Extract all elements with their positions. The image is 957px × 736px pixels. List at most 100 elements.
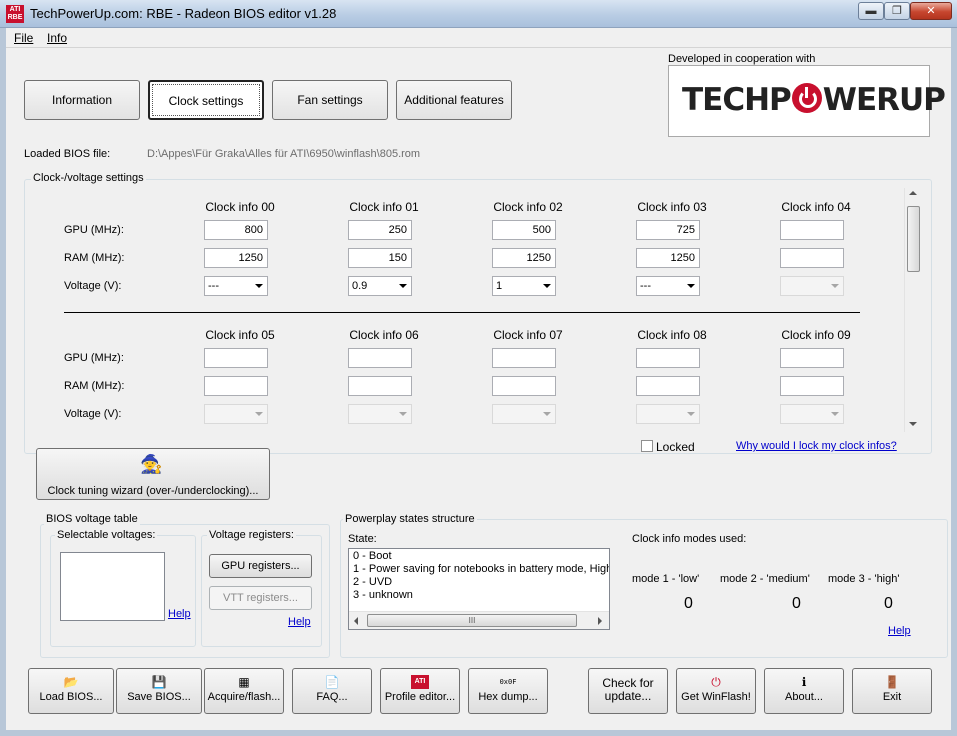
- clock-info-header: Clock info 03: [637, 200, 707, 214]
- scroll-right-icon[interactable]: [598, 617, 602, 625]
- voltage-select[interactable]: [204, 404, 268, 424]
- close-button[interactable]: ✕: [910, 2, 952, 20]
- faq-button[interactable]: 📄 FAQ...: [292, 668, 372, 714]
- faq-label: FAQ...: [316, 691, 348, 703]
- voltage-select[interactable]: 1: [492, 276, 556, 296]
- scroll-up-icon[interactable]: [909, 191, 917, 195]
- ram-clock-field[interactable]: [492, 376, 556, 396]
- gpu-clock-field[interactable]: [492, 348, 556, 368]
- ram-clock-field[interactable]: [204, 376, 268, 396]
- app-icon: ATI RBE: [6, 5, 24, 23]
- powerplay-help-link[interactable]: Help: [888, 625, 911, 637]
- ram-clock-field[interactable]: 1250: [204, 248, 268, 268]
- ram-clock-field[interactable]: [780, 376, 844, 396]
- gpu-clock-field[interactable]: 500: [492, 220, 556, 240]
- save-bios-button[interactable]: 💾 Save BIOS...: [116, 668, 202, 714]
- voltage-select[interactable]: [780, 276, 844, 296]
- ram-row-label: RAM (MHz):: [64, 252, 125, 264]
- gpu-clock-field[interactable]: [780, 220, 844, 240]
- tab-additional-features[interactable]: Additional features: [396, 80, 512, 120]
- load-bios-button[interactable]: 📂 Load BIOS...: [28, 668, 114, 714]
- states-hscrollbar[interactable]: III: [349, 611, 609, 629]
- ram-clock-field[interactable]: 1250: [492, 248, 556, 268]
- selectable-voltages-help-link[interactable]: Help: [168, 608, 191, 620]
- gpu-clock-field[interactable]: 725: [636, 220, 700, 240]
- power-logo-icon: ⏻: [711, 675, 721, 689]
- acquire-flash-button[interactable]: ▦ Acquire/flash...: [204, 668, 284, 714]
- menu-bar: File Info: [6, 28, 951, 48]
- menu-file[interactable]: File: [14, 31, 33, 45]
- list-item[interactable]: 2 - UVD: [353, 576, 392, 588]
- locked-checkbox[interactable]: [641, 440, 653, 452]
- scroll-down-icon[interactable]: [909, 422, 917, 426]
- ram-clock-field[interactable]: [636, 376, 700, 396]
- ram-clock-field[interactable]: 150: [348, 248, 412, 268]
- list-item[interactable]: 3 - unknown: [353, 589, 413, 601]
- selectable-voltages-title: Selectable voltages:: [55, 529, 158, 541]
- voltage-registers-help-link[interactable]: Help: [288, 616, 311, 628]
- scroll-thumb[interactable]: [907, 206, 920, 272]
- clock-tuning-wizard-button[interactable]: 🧙 Clock tuning wizard (over-/underclocki…: [36, 448, 270, 500]
- voltage-select[interactable]: [348, 404, 412, 424]
- clock-info-header: Clock info 01: [349, 200, 419, 214]
- scroll-thumb[interactable]: III: [367, 614, 577, 627]
- mode-label: mode 3 - 'high': [828, 573, 900, 585]
- voltage-row-label: Voltage (V):: [64, 408, 122, 420]
- tab-information[interactable]: Information: [24, 80, 140, 120]
- clock-grid-scrollbar[interactable]: [904, 188, 921, 432]
- gpu-clock-field[interactable]: [204, 348, 268, 368]
- voltage-select[interactable]: [636, 404, 700, 424]
- title-bar[interactable]: ATI RBE TechPowerUp.com: RBE - Radeon BI…: [0, 0, 957, 28]
- voltage-select[interactable]: [780, 404, 844, 424]
- profile-editor-button[interactable]: ATI Profile editor...: [380, 668, 460, 714]
- bios-voltage-table-title: BIOS voltage table: [44, 513, 140, 525]
- list-item[interactable]: 1 - Power saving for notebooks in batter…: [353, 563, 609, 575]
- techpowerup-logo[interactable]: TECHP WERUP: [668, 65, 946, 137]
- ram-clock-field[interactable]: [780, 248, 844, 268]
- menu-file-label: File: [14, 31, 34, 45]
- check-for-update-button[interactable]: Check for update...: [588, 668, 668, 714]
- gpu-clock-field[interactable]: 250: [348, 220, 412, 240]
- gpu-clock-field[interactable]: [348, 348, 412, 368]
- clock-info-modes-title: Clock info modes used:: [632, 533, 747, 545]
- menu-info[interactable]: Info: [47, 31, 67, 45]
- lock-help-link[interactable]: Why would I lock my clock infos?: [736, 440, 897, 452]
- tab-clock-settings[interactable]: Clock settings: [148, 80, 264, 120]
- load-bios-label: Load BIOS...: [39, 691, 103, 703]
- vtt-registers-button[interactable]: VTT registers...: [209, 586, 312, 610]
- chevron-down-icon: [543, 284, 551, 288]
- wizard-icon: 🧙: [140, 454, 163, 474]
- exit-button[interactable]: 🚪 Exit: [852, 668, 932, 714]
- voltage-select[interactable]: ---: [636, 276, 700, 296]
- logo-wordmark: TECHP WERUP: [682, 82, 946, 118]
- scroll-left-icon[interactable]: [354, 617, 358, 625]
- chevron-down-icon: [687, 284, 695, 288]
- gpu-registers-button[interactable]: GPU registers...: [209, 554, 312, 578]
- tab-fan-settings[interactable]: Fan settings: [272, 80, 388, 120]
- get-winflash-button[interactable]: ⏻ Get WinFlash!: [676, 668, 756, 714]
- gpu-clock-field[interactable]: 800: [204, 220, 268, 240]
- states-listbox[interactable]: 0 - Boot 1 - Power saving for notebooks …: [348, 548, 610, 630]
- gpu-clock-field[interactable]: [780, 348, 844, 368]
- voltage-select[interactable]: ---: [204, 276, 268, 296]
- mode-label: mode 1 - 'low': [632, 573, 700, 585]
- clock-info-header: Clock info 04: [781, 200, 851, 214]
- selectable-voltages-list[interactable]: [60, 552, 165, 621]
- voltage-select[interactable]: 0.9: [348, 276, 412, 296]
- minimize-button[interactable]: ▬: [858, 2, 884, 20]
- voltage-select[interactable]: [492, 404, 556, 424]
- window-title: TechPowerUp.com: RBE - Radeon BIOS edito…: [30, 6, 337, 21]
- gpu-row-label: GPU (MHz):: [64, 224, 124, 236]
- maximize-button[interactable]: ❐: [884, 2, 910, 20]
- list-item[interactable]: 0 - Boot: [353, 550, 392, 562]
- ram-clock-field[interactable]: [348, 376, 412, 396]
- clock-info-header: Clock info 05: [205, 328, 275, 342]
- hex-dump-button[interactable]: 0x0F Hex dump...: [468, 668, 548, 714]
- about-button[interactable]: ℹ About...: [764, 668, 844, 714]
- voltage-row-label: Voltage (V):: [64, 280, 122, 292]
- get-winflash-label: Get WinFlash!: [681, 691, 751, 703]
- clock-info-header: Clock info 08: [637, 328, 707, 342]
- ram-clock-field[interactable]: 1250: [636, 248, 700, 268]
- logo-caption: Developed in cooperation with: [668, 53, 816, 65]
- gpu-clock-field[interactable]: [636, 348, 700, 368]
